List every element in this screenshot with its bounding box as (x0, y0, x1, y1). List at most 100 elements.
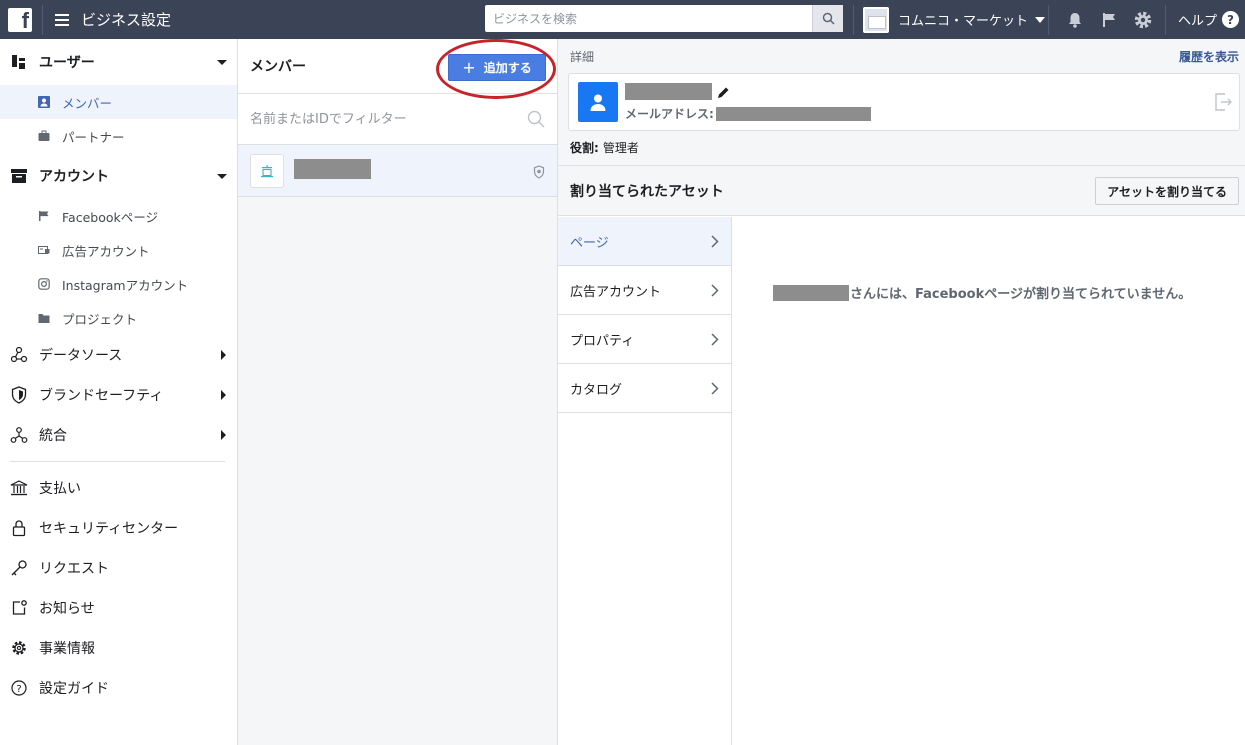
empty-assets-text: さんには、Facebookページが割り当てられていません。 (850, 287, 1192, 302)
sidebar-group-accounts[interactable]: アカウント (0, 153, 237, 199)
member-name-redacted (773, 284, 849, 301)
chevron-right-icon (711, 333, 719, 346)
assigned-assets-header: 割り当てられたアセット アセットを割り当てる (558, 166, 1245, 216)
sidebar-item-label: 支払い (39, 481, 81, 497)
menu-icon[interactable] (55, 13, 69, 26)
sidebar-item-business-info[interactable]: 事業情報 (0, 628, 237, 668)
email-label: メールアドレス: (625, 107, 714, 121)
question-icon: ? (1222, 11, 1240, 28)
top-bar: f ビジネス設定 コムニコ・マーケット ヘルプ ? (0, 0, 1245, 39)
member-filter (238, 94, 557, 145)
search-icon (822, 12, 835, 25)
sidebar-group-label: アカウント (39, 169, 109, 185)
sidebar-item-data-sources[interactable]: データソース (0, 335, 237, 375)
asset-tab-pages[interactable]: ページ (558, 217, 731, 266)
members-panel: メンバー + 追加する (238, 39, 558, 745)
question-icon: ? (10, 679, 28, 697)
business-switcher[interactable]: コムニコ・マーケット (853, 0, 1046, 39)
help-menu[interactable]: ヘルプ ? (1165, 0, 1240, 39)
member-filter-input[interactable] (250, 111, 527, 127)
view-history-link[interactable]: 履歴を表示 (1179, 48, 1239, 65)
bank-icon (10, 479, 28, 497)
asset-tab-catalogs[interactable]: カタログ (558, 364, 731, 413)
member-row[interactable] (238, 145, 557, 197)
chevron-right-icon (711, 235, 719, 248)
sidebar-item-instagram-accounts[interactable]: Instagramアカウント (0, 267, 237, 301)
sidebar-item-requests[interactable]: リクエスト (0, 548, 237, 588)
notification-icon (10, 599, 28, 617)
sidebar-item-brand-safety[interactable]: ブランドセーフティ (0, 375, 237, 415)
sidebar-item-setup-guide[interactable]: ? 設定ガイド (0, 668, 237, 708)
chevron-down-icon (217, 174, 227, 179)
help-label: ヘルプ (1178, 14, 1218, 29)
svg-text:?: ? (16, 684, 21, 695)
sidebar-item-label: パートナー (62, 129, 125, 145)
sidebar-item-label: リクエスト (39, 561, 109, 577)
assigned-assets-title: 割り当てられたアセット (570, 183, 724, 200)
admin-shield-icon (533, 164, 545, 183)
business-search-input[interactable] (485, 5, 812, 32)
key-icon (10, 559, 28, 577)
sidebar-item-projects[interactable]: プロジェクト (0, 301, 237, 335)
sidebar-item-facebook-pages[interactable]: Facebookページ (0, 199, 237, 233)
sidebar-item-label: お知らせ (39, 601, 95, 617)
sidebar-item-notifications[interactable]: お知らせ (0, 588, 237, 628)
flag-icon[interactable] (1099, 10, 1119, 30)
chevron-down-icon (217, 60, 227, 65)
sidebar-item-integrations[interactable]: 統合 (0, 415, 237, 455)
sidebar-item-security-center[interactable]: セキュリティセンター (0, 508, 237, 548)
divider (42, 4, 43, 35)
facebook-logo-icon[interactable]: f (8, 7, 32, 32)
ad-account-icon (38, 244, 50, 256)
assign-assets-button[interactable]: アセットを割り当てる (1095, 177, 1239, 205)
users-icon (10, 53, 28, 71)
sidebar-divider (10, 461, 225, 462)
asset-tab-properties[interactable]: プロパティ (558, 315, 731, 364)
sidebar-item-label: 設定ガイド (39, 681, 109, 697)
members-header: メンバー + 追加する (238, 39, 557, 99)
search-icon (527, 110, 545, 128)
sidebar-item-label: Instagramアカウント (62, 277, 189, 293)
sidebar-item-label: データソース (39, 348, 123, 364)
sidebar-item-label: メンバー (62, 95, 113, 111)
user-card: メールアドレス: (568, 73, 1240, 131)
edit-pencil-icon[interactable] (717, 84, 730, 103)
bell-icon[interactable] (1065, 10, 1085, 30)
sidebar-group-users[interactable]: ユーザー (0, 39, 237, 85)
highlight-circle (436, 39, 556, 99)
asset-tab-label: ページ (570, 235, 609, 251)
sidebar-item-label: ブランドセーフティ (39, 388, 164, 404)
remove-user-icon[interactable] (1213, 92, 1233, 116)
integration-icon (10, 426, 28, 444)
shield-icon (10, 386, 28, 404)
sidebar-item-label: 広告アカウント (62, 243, 150, 259)
person-icon (38, 96, 50, 108)
empty-assets-message: さんには、Facebookページが割り当てられていません。 (773, 283, 1191, 302)
chevron-right-icon (221, 390, 226, 400)
accounts-icon (10, 167, 28, 185)
role-value: 管理者 (602, 141, 639, 155)
sidebar-item-partners[interactable]: パートナー (0, 119, 237, 153)
gear-icon (10, 639, 28, 657)
sidebar-item-members[interactable]: メンバー (0, 85, 237, 119)
sidebar-item-label: セキュリティセンター (39, 521, 179, 537)
asset-tab-ad-accounts[interactable]: 広告アカウント (558, 266, 731, 315)
asset-type-list: ページ 広告アカウント プロパティ カタログ (558, 217, 732, 745)
search-button[interactable] (812, 5, 843, 32)
chevron-right-icon (221, 350, 226, 360)
top-bar-icons (1048, 0, 1160, 39)
sidebar-item-ad-accounts[interactable]: 広告アカウント (0, 233, 237, 267)
role-row: 役割: 管理者 (570, 139, 639, 156)
sidebar-item-payments[interactable]: 支払い (0, 468, 237, 508)
gear-icon[interactable] (1133, 10, 1153, 30)
detail-panel: 詳細 履歴を表示 メールアドレス: 役割: 管理者 割り当てられたアセット アセッ… (558, 39, 1245, 745)
asset-tab-label: 広告アカウント (570, 284, 662, 300)
chevron-right-icon (221, 430, 226, 440)
lock-icon (10, 519, 28, 537)
business-thumbnail (863, 6, 889, 33)
detail-label: 詳細 (570, 50, 595, 64)
role-label: 役割: (570, 141, 599, 155)
member-avatar (250, 153, 284, 188)
sidebar-item-label: 統合 (39, 428, 67, 444)
folder-icon (38, 312, 50, 324)
